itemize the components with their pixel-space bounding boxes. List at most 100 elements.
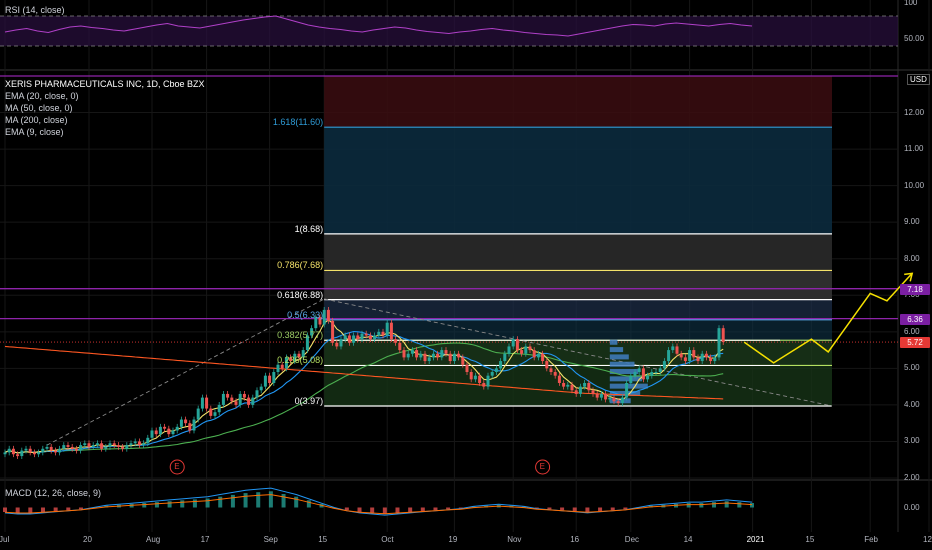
candle-127 (536, 353, 540, 358)
candle-80 (339, 339, 343, 347)
candle-130 (549, 368, 553, 373)
macd-hist-46 (585, 507, 590, 512)
candle-161 (679, 353, 683, 358)
candle-115 (486, 375, 490, 387)
fib-zone-1 (324, 233, 832, 271)
date-tick-2: Aug (146, 535, 161, 544)
indicator-ema9[interactable]: EMA (9, close) (5, 126, 205, 138)
candle-65 (276, 364, 280, 373)
candle-135 (570, 384, 574, 391)
candle-134 (566, 384, 570, 387)
candle-169 (713, 357, 717, 362)
candle-165 (696, 357, 700, 362)
macd-hist-0 (3, 507, 7, 512)
date-tick-9: 16 (570, 535, 580, 544)
candle-37 (158, 426, 162, 435)
macd-hist-58 (737, 502, 742, 508)
candle-42 (179, 419, 183, 427)
price-badge-0: 7.18 (900, 283, 930, 295)
candle-110 (465, 364, 469, 373)
candle-7 (32, 452, 36, 455)
volume-profile-bar-8 (609, 339, 618, 345)
candle-167 (704, 353, 708, 358)
candle-43 (184, 419, 188, 424)
date-tick-7: 19 (448, 535, 458, 544)
earnings-marker-label-0[interactable]: E (174, 462, 179, 471)
candle-2 (11, 448, 15, 455)
candle-103 (436, 353, 440, 358)
volume-profile-bar-6 (609, 354, 629, 360)
candle-53 (226, 393, 230, 398)
candle-36 (154, 430, 158, 435)
candle-58 (247, 397, 251, 405)
candle-78 (331, 320, 335, 343)
candle-166 (700, 353, 704, 362)
date-tick-5: 15 (318, 535, 328, 544)
candle-144 (608, 397, 612, 400)
macd-hist-56 (712, 502, 717, 508)
candle-32 (137, 441, 141, 446)
candle-143 (604, 393, 608, 400)
candle-125 (528, 346, 532, 351)
candle-94 (398, 342, 402, 351)
macd-hist-44 (560, 507, 565, 511)
candle-159 (671, 346, 675, 351)
candle-129 (545, 361, 549, 369)
candle-61 (259, 386, 263, 391)
candle-48 (205, 397, 209, 409)
candle-57 (242, 393, 246, 398)
candle-22 (95, 443, 99, 446)
candle-28 (121, 446, 125, 449)
macd-hist-27 (344, 507, 349, 511)
candle-148 (625, 382, 629, 398)
candle-155 (654, 372, 658, 374)
candle-92 (389, 322, 393, 340)
indicator-ma200[interactable]: MA (200, close) (5, 114, 205, 126)
indicator-ema20[interactable]: EMA (20, close, 0) (5, 90, 205, 102)
candle-109 (461, 357, 465, 365)
candle-97 (410, 350, 414, 354)
candle-18 (79, 445, 83, 451)
macd-hist-48 (610, 507, 615, 511)
candle-26 (112, 443, 116, 446)
candle-163 (688, 350, 692, 362)
candle-14 (62, 445, 66, 449)
price-tick-8: 10.00 (904, 180, 925, 190)
candle-93 (394, 339, 398, 343)
candle-17 (74, 448, 78, 451)
candle-38 (163, 426, 167, 429)
candle-147 (620, 397, 624, 404)
candle-105 (444, 350, 448, 354)
candle-95 (402, 350, 406, 358)
macd-hist-11 (142, 503, 147, 508)
candle-3 (16, 454, 20, 457)
currency-label[interactable]: USD (907, 74, 930, 85)
price-tick-0: 2.00 (904, 473, 920, 482)
candle-114 (482, 382, 486, 387)
candle-1 (7, 448, 11, 453)
candle-99 (419, 353, 423, 358)
candle-5 (24, 448, 28, 451)
candle-142 (599, 393, 603, 398)
candle-85 (360, 333, 364, 340)
price-tick-10: 12.00 (904, 107, 925, 117)
candle-77 (326, 309, 330, 321)
candle-156 (658, 368, 662, 373)
candle-96 (406, 353, 410, 358)
symbol-label: XERIS PHARMACEUTICALS INC, 1D, Cboe BZX (5, 79, 205, 89)
candle-55 (234, 401, 238, 405)
fib-zone-top (324, 76, 832, 128)
candle-12 (53, 450, 57, 453)
price-tick-4: 6.00 (904, 326, 920, 336)
fib-label-6: 0.236(5.08) (277, 355, 324, 366)
volume-profile-bar-3 (609, 376, 643, 382)
candle-153 (646, 375, 650, 380)
candle-102 (431, 353, 435, 358)
candle-33 (142, 443, 146, 446)
candle-136 (574, 390, 578, 394)
earnings-marker-label-1[interactable]: E (540, 462, 545, 471)
fib-label-3: 0.618(6.88) (277, 289, 324, 300)
candle-20 (87, 443, 91, 447)
candle-83 (352, 335, 356, 343)
indicator-ma50[interactable]: MA (50, close, 0) (5, 102, 205, 114)
